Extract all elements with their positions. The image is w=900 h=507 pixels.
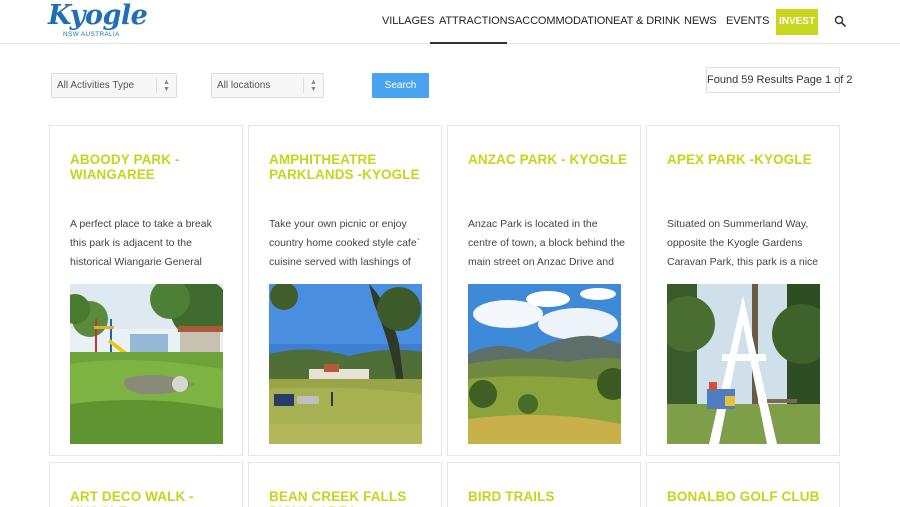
card-description: Take your own picnic or enjoy country ho… [269, 218, 421, 268]
attraction-card[interactable]: AMPHITHEATRE PARKLANDS -KYOGLE Take your… [248, 125, 442, 456]
results-summary: Found 59 Results Page 1 of 2 [706, 67, 853, 93]
attraction-card[interactable]: ANZAC PARK - KYOGLE Anzac Park is locate… [447, 125, 641, 456]
card-title[interactable]: BIRD TRAILS [468, 489, 630, 504]
card-title[interactable]: BONALBO GOLF CLUB [667, 489, 829, 504]
attraction-card[interactable]: BEAN CREEK FALLS PICNIC AREA [248, 462, 442, 507]
location-value: All locations [217, 80, 271, 91]
nav-attractions[interactable]: ATTRACTIONS [439, 15, 515, 27]
card-description: A perfect place to take a break this par… [70, 218, 212, 268]
location-select[interactable]: All locations ▲ ▼ [211, 73, 324, 98]
select-arrows-icon: ▲ ▼ [156, 78, 176, 93]
logo-subtitle: NSW AUSTRALIA [63, 31, 120, 38]
kyogle-logo[interactable]: Kyogle NSW AUSTRALIA [48, 0, 148, 42]
card-title[interactable]: ANZAC PARK - KYOGLE [468, 152, 630, 167]
card-image[interactable] [468, 284, 621, 444]
nav-news[interactable]: NEWS [684, 15, 717, 27]
card-title[interactable]: APEX PARK -KYOGLE [667, 152, 829, 167]
card-description: Situated on Summerland Way, opposite the… [667, 218, 819, 268]
search-button[interactable]: Search [372, 73, 429, 98]
attraction-card[interactable]: ABOODY PARK - WIANGAREE A perfect place … [49, 125, 243, 456]
card-title[interactable]: AMPHITHEATRE PARKLANDS -KYOGLE [269, 152, 431, 182]
attraction-card[interactable]: ART DECO WALK - KYOGLE [49, 462, 243, 507]
logo-wordmark: Kyogle [48, 0, 148, 31]
card-title[interactable]: BEAN CREEK FALLS PICNIC AREA [269, 489, 431, 507]
card-description: Anzac Park is located in the centre of t… [468, 218, 626, 268]
search-icon[interactable] [834, 15, 846, 27]
activity-type-value: All Activities Type [57, 80, 135, 91]
card-image[interactable] [269, 284, 422, 444]
nav-villages[interactable]: VILLAGES [382, 15, 435, 27]
attraction-card[interactable]: BIRD TRAILS [447, 462, 641, 507]
card-image[interactable] [667, 284, 820, 444]
nav-events[interactable]: EVENTS [726, 15, 770, 27]
nav-eat-drink[interactable]: EAT & DRINK [613, 15, 680, 27]
site-header: Kyogle NSW AUSTRALIA VILLAGES ATTRACTION… [0, 0, 900, 44]
attraction-card[interactable]: APEX PARK -KYOGLE Situated on Summerland… [646, 125, 840, 456]
select-arrows-icon: ▲ ▼ [303, 78, 323, 93]
invest-button[interactable]: INVEST [776, 9, 818, 35]
card-image[interactable] [70, 284, 223, 444]
attraction-card[interactable]: BONALBO GOLF CLUB [646, 462, 840, 507]
active-nav-indicator [430, 42, 507, 44]
activity-type-select[interactable]: All Activities Type ▲ ▼ [51, 73, 177, 98]
nav-accommodation[interactable]: ACCOMMODATION [515, 15, 613, 27]
card-title[interactable]: ART DECO WALK - KYOGLE [70, 489, 232, 507]
card-title[interactable]: ABOODY PARK - WIANGAREE [70, 152, 232, 182]
